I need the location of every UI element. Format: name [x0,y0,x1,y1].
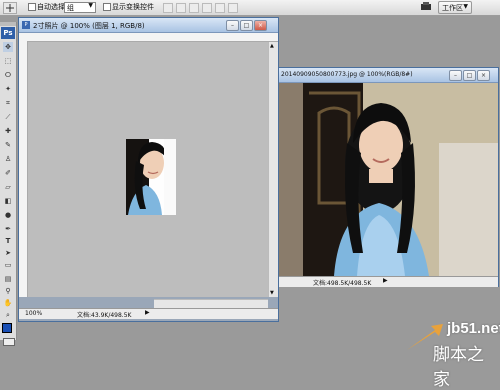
status-bar: 文档:498.5K/498.5K ▶ [279,276,498,287]
watermark-name: 脚本之家 [433,345,484,390]
notes-tool-icon[interactable]: ▤ [3,274,13,284]
tool-preset-picker[interactable] [3,2,17,14]
close-button[interactable]: × [254,20,267,31]
show-transform-label: 显示变换控件 [112,3,154,11]
bridge-icon[interactable] [420,1,432,12]
align-middle-button[interactable] [176,3,186,13]
maximize-button[interactable]: □ [240,20,253,31]
chevron-down-icon: ▼ [463,3,468,10]
vertical-scrollbar[interactable]: ▲ ▼ [268,42,278,297]
document-window-id-photo: P 2寸照片 @ 100% (图层 1, RGB/8) – □ × ▲ ▼ 10… [18,17,279,322]
align-left-button[interactable] [202,3,212,13]
window-title: 20140909050800773.jpg @ 100%(RGB/8#) [281,71,413,78]
brush-tool-icon[interactable]: ✎ [3,140,13,150]
shape-tool-icon[interactable]: ▭ [3,260,13,270]
close-button[interactable]: × [477,70,490,81]
watermark-site: jb51.net [447,320,500,337]
slice-tool-icon[interactable]: ⟋ [3,112,13,122]
crop-tool-icon[interactable]: ⌗ [3,98,13,108]
minimize-button[interactable]: – [226,20,239,31]
status-bar: 100% 文档:43.9K/498.5K ▶ [19,308,278,319]
quick-mask-button[interactable] [3,338,15,346]
move-tool-icon[interactable]: ✥ [3,42,13,52]
doc-size-info: 文档:498.5K/498.5K [313,280,372,287]
zoom-tool-icon[interactable]: ⌕ [3,310,13,320]
maximize-button[interactable]: □ [463,70,476,81]
pen-tool-icon[interactable]: ✒ [3,224,13,234]
auto-select-dropdown[interactable]: 组 ▼ [64,2,96,13]
auto-select-checkbox[interactable] [28,3,36,11]
eraser-tool-icon[interactable]: ▱ [3,182,13,192]
align-top-button[interactable] [163,3,173,13]
marquee-tool-icon[interactable]: ⬚ [3,56,13,66]
id-photo-canvas [28,42,268,297]
dodge-tool-icon[interactable]: ● [3,210,13,220]
title-bar[interactable]: 20140909050800773.jpg @ 100%(RGB/8#) – □… [279,68,498,83]
history-brush-icon[interactable]: ✐ [3,168,13,178]
vertical-ruler[interactable] [19,41,28,297]
ps-document-icon: P [22,21,30,29]
align-buttons [163,3,263,13]
minimize-button[interactable]: – [449,70,462,81]
lasso-tool-icon[interactable]: ⵔ [3,70,13,80]
horizontal-scrollbar[interactable] [154,299,268,308]
scroll-up-icon[interactable]: ▲ [270,43,274,49]
horizontal-ruler[interactable] [19,33,278,42]
status-arrow-icon[interactable]: ▶ [383,277,388,284]
align-bottom-button[interactable] [189,3,199,13]
path-selection-icon[interactable]: ➤ [3,248,13,258]
clone-stamp-icon[interactable]: ♙ [3,154,13,164]
pasted-photo-image [126,139,176,215]
zoom-level[interactable]: 100% [25,310,42,317]
gradient-tool-icon[interactable]: ◧ [3,196,13,206]
magic-wand-icon[interactable]: ✦ [3,84,13,94]
align-right-button[interactable] [228,3,238,13]
doc-size-info: 文档:43.9K/498.5K [77,312,132,319]
document-window-photo: 20140909050800773.jpg @ 100%(RGB/8#) – □… [278,67,499,287]
ps-logo[interactable]: Ps [1,27,15,39]
photo-canvas [279,83,498,276]
align-center-button[interactable] [215,3,225,13]
watermark: jb51.net 脚本之家 [405,318,500,390]
options-bar: 自动选择: 组 ▼ 显示变换控件 工作区 ▼ [0,0,500,16]
chevron-down-icon: ▼ [88,2,93,9]
auto-select-value: 组 [67,4,74,12]
move-tool-icon [6,4,14,12]
tools-palette: Ps ✥ ⬚ ⵔ ✦ ⌗ ⟋ ✚ ✎ ♙ ✐ ▱ ◧ ● ✒ T ➤ ▭ ▤ ⚲… [0,22,17,346]
eyedropper-icon[interactable]: ⚲ [3,286,13,296]
type-tool-icon[interactable]: T [3,236,13,246]
foreground-color-swatch[interactable] [2,323,12,333]
girl-photo-image [279,83,498,276]
auto-select-label: 自动选择: [37,3,68,11]
workspace-button[interactable]: 工作区 ▼ [438,1,472,14]
show-transform-checkbox[interactable] [103,3,111,11]
healing-brush-icon[interactable]: ✚ [3,126,13,136]
scroll-down-icon[interactable]: ▼ [270,290,274,296]
window-title: 2寸照片 @ 100% (图层 1, RGB/8) [33,22,145,30]
palette-grip[interactable] [0,22,16,26]
status-arrow-icon[interactable]: ▶ [145,309,150,316]
title-bar[interactable]: P 2寸照片 @ 100% (图层 1, RGB/8) – □ × [19,18,278,33]
hand-tool-icon[interactable]: ✋ [3,298,13,308]
workspace-label: 工作区 [442,4,463,12]
